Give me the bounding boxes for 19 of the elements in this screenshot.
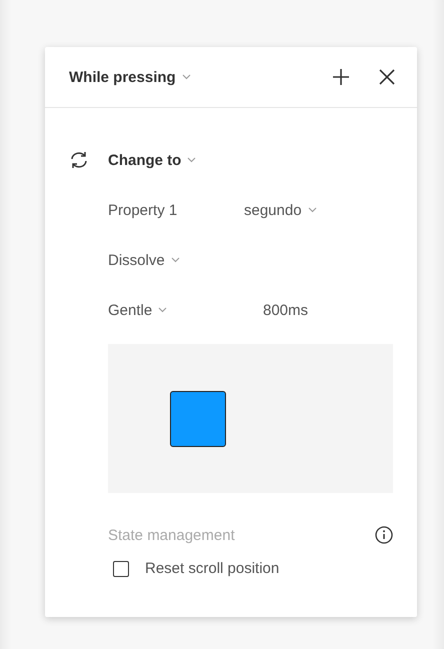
info-icon[interactable] xyxy=(375,526,393,544)
property-value-dropdown[interactable]: segundo xyxy=(244,202,317,218)
duration-value[interactable]: 800ms xyxy=(263,302,308,318)
caret-icon xyxy=(170,257,180,263)
add-icon[interactable] xyxy=(331,67,351,87)
caret-icon xyxy=(308,207,317,213)
checkbox[interactable] xyxy=(113,560,129,576)
close-icon[interactable] xyxy=(377,67,397,87)
action-dropdown[interactable]: Change to xyxy=(108,152,196,168)
easing-dropdown[interactable]: Gentle xyxy=(108,302,263,318)
section-title: State management xyxy=(108,526,235,544)
swap-icon xyxy=(69,151,89,169)
property-label: Property 1 xyxy=(108,202,178,218)
caret-icon xyxy=(182,74,191,80)
animation-dropdown[interactable]: Dissolve xyxy=(108,252,180,268)
checkbox-label: Reset scroll position xyxy=(145,560,280,577)
trigger-dropdown[interactable]: While pressing xyxy=(69,68,191,86)
caret-icon xyxy=(158,307,168,313)
caret-icon xyxy=(187,157,196,163)
